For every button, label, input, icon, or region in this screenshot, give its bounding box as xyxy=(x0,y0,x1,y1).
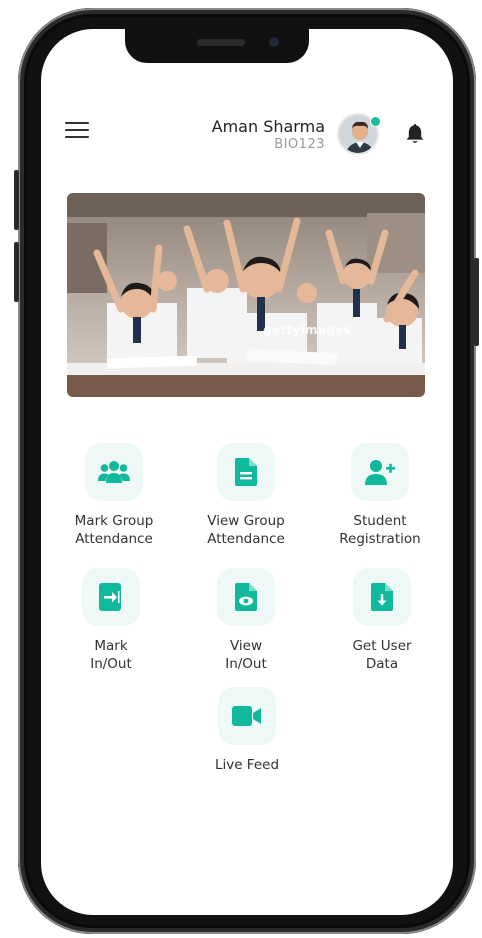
add-user-icon xyxy=(351,443,409,501)
mark-in-out-button[interactable]: Mark In/Out xyxy=(51,568,171,673)
banner-watermark: gettyimages xyxy=(263,323,351,337)
get-user-data-button[interactable]: Get User Data xyxy=(322,568,442,673)
student-registration-button[interactable]: Student Registration xyxy=(320,443,440,548)
app-screen: Aman Sharma BIO123 gettyimages Mark Grou… xyxy=(41,29,453,915)
user-id: BIO123 xyxy=(274,137,325,152)
video-camera-icon xyxy=(218,687,276,745)
phone-notch xyxy=(125,29,309,63)
view-in-out-label: View In/Out xyxy=(225,638,267,672)
online-status-dot xyxy=(370,116,381,127)
file-download-icon xyxy=(353,568,411,626)
document-list-icon xyxy=(217,443,275,501)
power-button xyxy=(474,258,479,346)
hamburger-menu-icon[interactable] xyxy=(65,122,89,140)
mark-group-attendance-label: Mark Group Attendance xyxy=(74,513,154,547)
file-view-icon xyxy=(217,568,275,626)
group-users-icon xyxy=(85,443,143,501)
front-camera xyxy=(269,37,279,47)
student-registration-label: Student Registration xyxy=(339,513,421,547)
volume-down-button xyxy=(14,242,19,302)
mark-group-attendance-button[interactable]: Mark Group Attendance xyxy=(54,443,174,548)
sign-in-icon xyxy=(82,568,140,626)
live-feed-button[interactable]: Live Feed xyxy=(187,687,307,774)
view-group-attendance-label: View Group Attendance xyxy=(207,513,285,547)
speaker-grille xyxy=(197,39,245,46)
banner-image: gettyimages xyxy=(67,193,425,397)
bell-icon[interactable] xyxy=(405,123,425,145)
view-in-out-button[interactable]: View In/Out xyxy=(186,568,306,673)
get-user-data-label: Get User Data xyxy=(352,638,412,672)
view-group-attendance-button[interactable]: View Group Attendance xyxy=(186,443,306,548)
live-feed-label: Live Feed xyxy=(214,757,280,773)
mark-in-out-label: Mark In/Out xyxy=(90,638,132,672)
volume-up-button xyxy=(14,170,19,230)
user-name: Aman Sharma xyxy=(211,117,325,136)
